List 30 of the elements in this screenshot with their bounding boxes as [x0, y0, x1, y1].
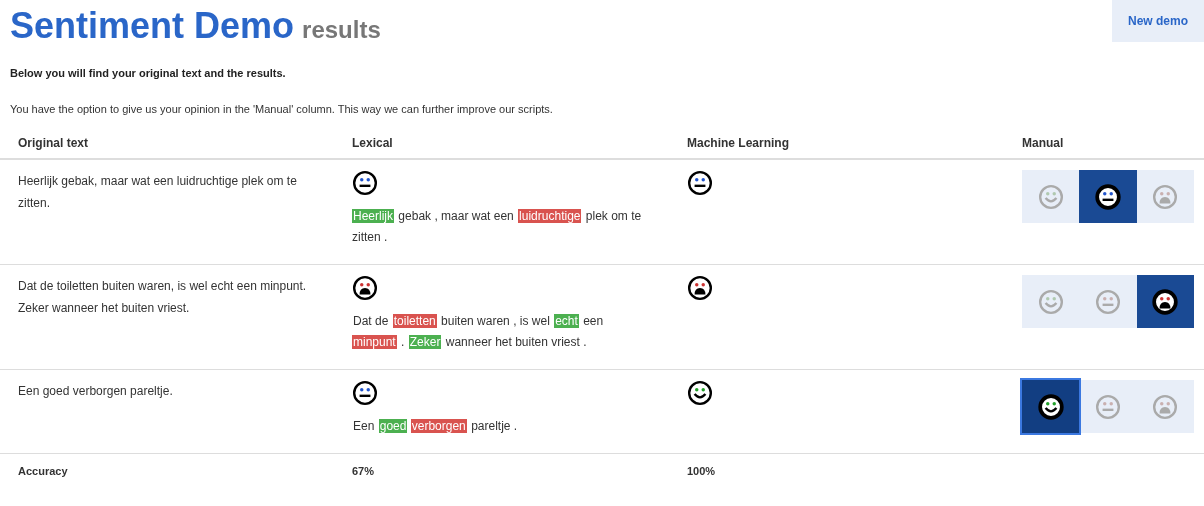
intro-text: Below you will find your original text and the results.: [9, 66, 287, 80]
negative-face-icon: [1152, 288, 1179, 315]
original-text: Heerlijk gebak, maar wat een luidruchtige plek om te zitten.: [18, 173, 298, 212]
page-subtitle: results: [302, 15, 381, 45]
accuracy-cell: 67%: [352, 465, 375, 477]
neutral-face-icon: [1095, 288, 1121, 315]
accuracy-cell: Accuracy: [18, 465, 68, 477]
column-header: Manual: [1022, 136, 1064, 150]
neutral-face-icon: [1095, 183, 1121, 210]
sentiment-option[interactable]: [1022, 380, 1080, 433]
page-title: Sentiment Demo: [10, 4, 295, 48]
highlighted-text: Dat de toiletten buiten waren , is wel echt een minpunt . Zeker wanneer het buiten vriest .: [352, 313, 605, 351]
negative-face-icon: [1152, 183, 1179, 210]
highlighted-text: Heerlijk gebak , maar wat een luidruchtige plek om te zitten .: [352, 208, 643, 246]
sentiment-option[interactable]: [1079, 170, 1137, 223]
negative-face-icon: [1152, 393, 1179, 420]
new-demo-button[interactable]: New demo: [1112, 0, 1204, 42]
original-text: Een goed verborgen pareltje.: [18, 383, 174, 400]
positive-face-icon: [1037, 183, 1064, 210]
sentiment-option[interactable]: [1136, 275, 1194, 328]
column-header: Machine Learning: [687, 136, 790, 150]
positive-face-icon: [1037, 393, 1064, 420]
original-text: Dat de toiletten buiten waren, is wel echt een minpunt. Zeker wanneer het buiten vriest.: [18, 278, 308, 317]
accuracy-cell: 100%: [687, 465, 716, 477]
highlighted-text: Een goed verborgen pareltje .: [352, 418, 519, 435]
neutral-face-icon: [1095, 393, 1121, 420]
column-header: Original text: [18, 136, 88, 150]
positive-face-icon: [1037, 288, 1064, 315]
note-text: You have the option to give us your opinion in the 'Manual' column. This way we can further improve our scripts.: [9, 102, 554, 116]
column-header: Lexical: [352, 136, 393, 150]
